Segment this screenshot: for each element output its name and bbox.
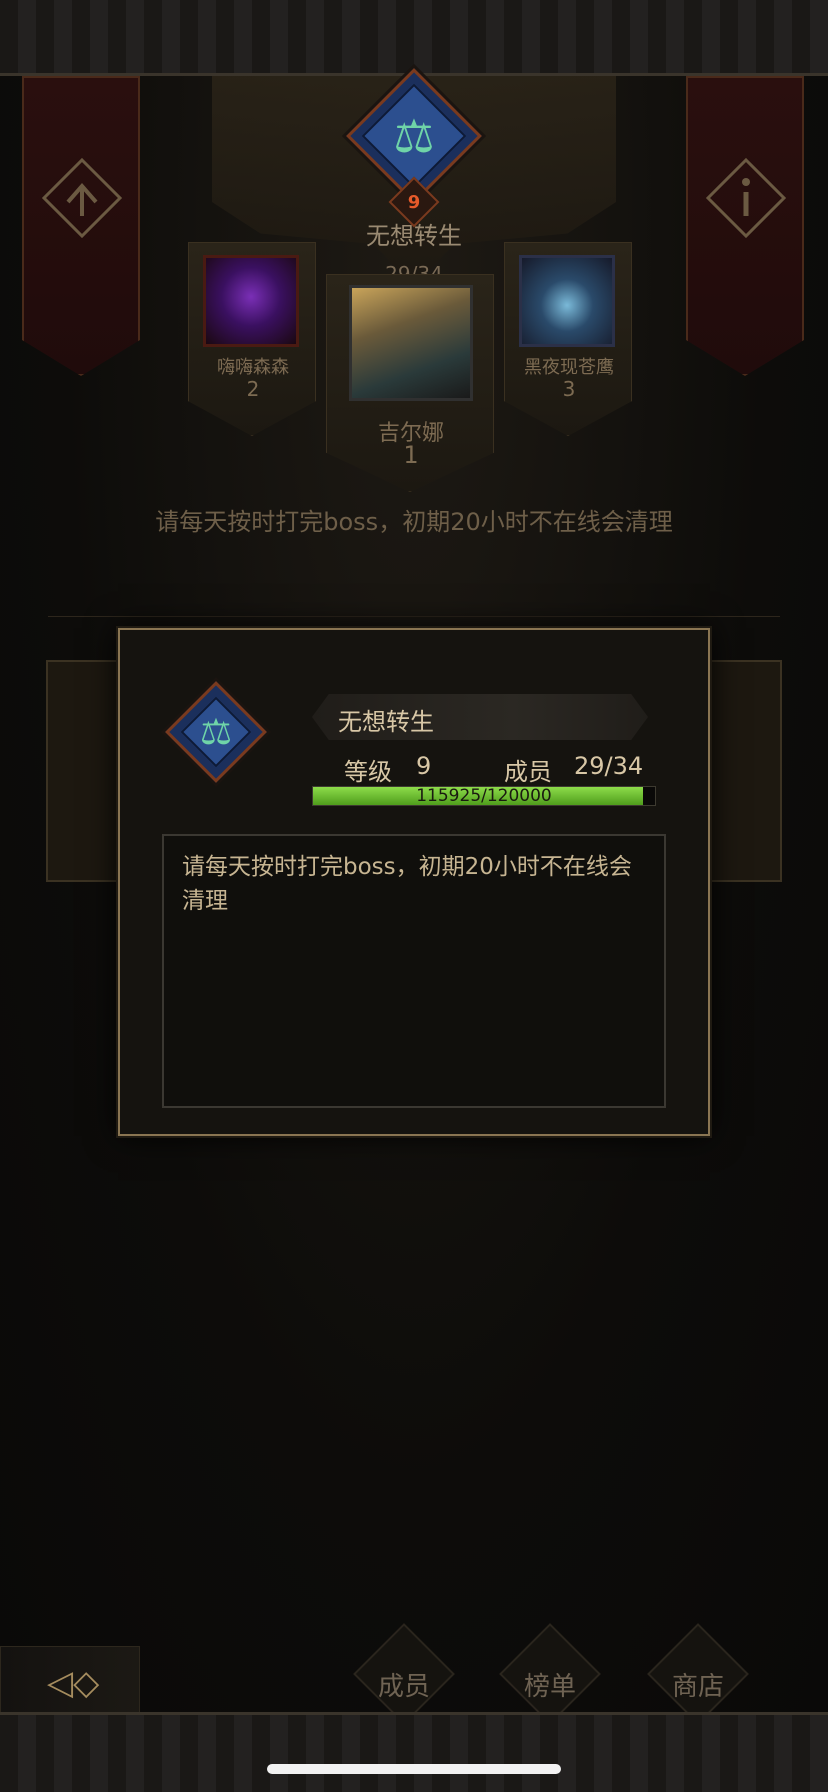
goddess-scales-emblem-icon: ⚖ — [199, 711, 233, 753]
podium-name: 黑夜现苍鹰 — [524, 357, 614, 378]
activity-card-left[interactable] — [46, 660, 126, 882]
modal-guild-name: 无想转生 — [338, 708, 434, 736]
guild-info-modal[interactable]: ⚖ 无想转生 等级 9 成员 29/34 115925/120000 请每天按时… — [118, 628, 710, 1136]
podium-name: 嗨嗨森森 — [217, 357, 289, 378]
goddess-scales-emblem-icon: ⚖ — [393, 109, 435, 163]
bottom-frame — [0, 1712, 828, 1792]
home-indicator[interactable] — [267, 1764, 561, 1774]
xp-bar: 115925/120000 — [312, 786, 656, 806]
podium-rank-2[interactable]: 嗨嗨森森 2 — [188, 242, 316, 436]
shop-label: 商店 — [671, 1672, 724, 1702]
arrow-up-icon — [42, 158, 122, 238]
members-value: 29/34 — [574, 752, 644, 780]
xp-text: 115925/120000 — [416, 786, 552, 806]
podium-rank-3[interactable]: 黑夜现苍鹰 3 — [504, 242, 632, 436]
ranking-button[interactable]: 榜单 — [496, 1623, 604, 1725]
members-button[interactable]: 成员 — [350, 1623, 458, 1725]
members-label: 成员 — [377, 1672, 430, 1702]
podium-rank: 2 — [246, 377, 260, 401]
back-arrow-icon: ◁◇ — [47, 1663, 100, 1703]
info-icon — [706, 158, 786, 238]
podium-rank-1[interactable]: 吉尔娜 1 — [326, 274, 494, 492]
ranking-label: 榜单 — [523, 1672, 576, 1702]
divider — [48, 616, 780, 617]
left-banner — [22, 76, 140, 376]
guild-notice-box: 请每天按时打完boss，初期20小时不在线会清理 — [162, 834, 666, 1108]
guild-notice-preview: 请每天按时打完boss，初期20小时不在线会清理 — [155, 508, 673, 536]
members-label: 成员 — [504, 758, 552, 786]
guild-name: 无想转生 — [366, 222, 462, 250]
activity-card-right[interactable] — [702, 660, 782, 882]
guild-notice-text: 请每天按时打完boss，初期20小时不在线会清理 — [182, 854, 632, 914]
level-label: 等级 — [344, 758, 392, 786]
podium-rank: 3 — [562, 377, 576, 401]
level-value: 9 — [416, 752, 432, 780]
right-banner — [686, 76, 804, 376]
podium-rank: 1 — [403, 441, 419, 469]
back-button[interactable]: ◁◇ — [0, 1646, 140, 1718]
avatar — [349, 285, 473, 401]
top-frame — [0, 0, 828, 76]
shop-button[interactable]: 商店 — [644, 1623, 752, 1725]
modal-guild-emblem: ⚖ — [165, 681, 267, 783]
avatar — [203, 255, 299, 347]
avatar — [519, 255, 615, 347]
